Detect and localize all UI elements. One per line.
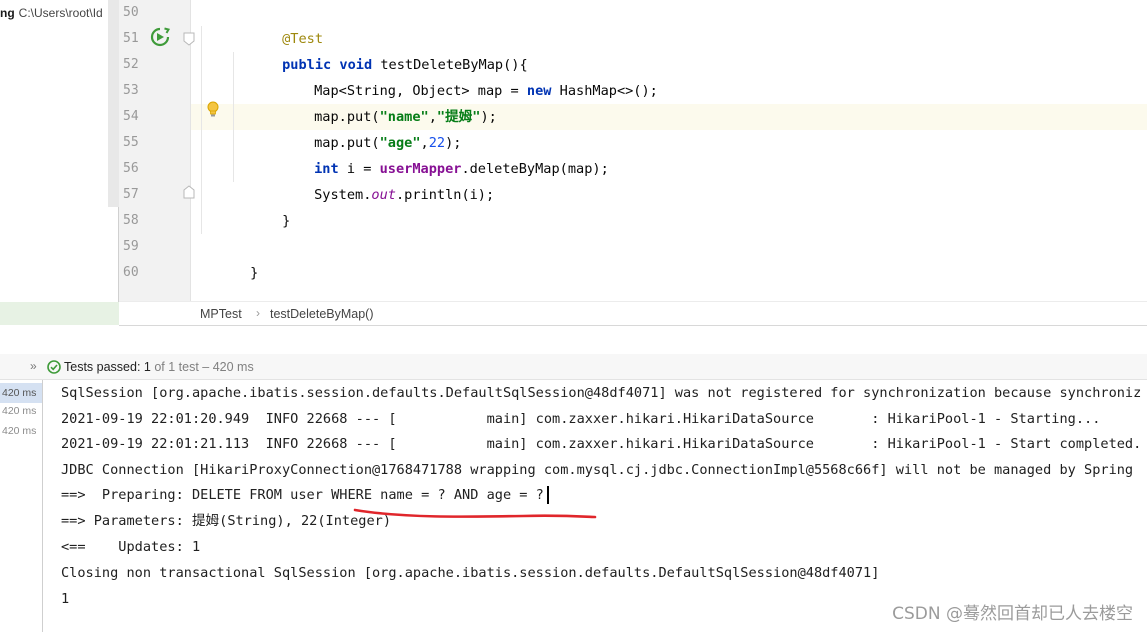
test-duration[interactable]: 420 ms xyxy=(0,421,42,441)
test-duration[interactable]: 420 ms xyxy=(0,401,42,421)
code-line-54: map.put("age",22); xyxy=(265,104,1147,151)
code-line-56: System.out.println(i); xyxy=(265,156,1147,203)
test-duration[interactable]: 420 ms xyxy=(0,383,42,403)
project-panel: ng C:\Users\root\Id xyxy=(0,0,119,207)
breadcrumb-class[interactable]: MPTest xyxy=(200,307,242,321)
expand-chevron-icon[interactable]: » xyxy=(30,359,37,373)
line-number: 59 xyxy=(123,239,139,254)
closing-brace: } xyxy=(282,213,291,229)
code-line-55: int i = userMapper.deleteByMap(map); xyxy=(265,130,1147,177)
panel-splitter[interactable] xyxy=(0,326,1147,354)
console-output[interactable]: SqlSession [org.apache.ibatis.session.de… xyxy=(43,380,1147,632)
breadcrumb-separator: › xyxy=(256,306,260,320)
indent-guide xyxy=(201,26,202,234)
code-line-51: public void testDeleteByMap(){ xyxy=(233,26,1147,73)
code-line-50: @Test xyxy=(233,0,1147,47)
line-number: 50 xyxy=(123,5,139,20)
breadcrumb: MPTest › testDeleteByMap() xyxy=(119,301,1147,326)
test-passed-icon xyxy=(47,360,61,374)
test-status-count: 1 xyxy=(143,360,151,374)
code-line-57: } xyxy=(233,182,1147,229)
project-panel-lower xyxy=(0,207,119,325)
line-number: 51 xyxy=(123,31,139,46)
project-path: C:\Users\root\Id xyxy=(18,6,103,20)
line-number: 56 xyxy=(123,161,139,176)
project-root-item[interactable]: ng C:\Users\root\Id xyxy=(0,6,108,20)
line-number: 52 xyxy=(123,57,139,72)
project-name: ng xyxy=(0,6,15,20)
line-number: 60 xyxy=(123,265,139,280)
code-area[interactable]: @Test public void testDeleteByMap(){ Map… xyxy=(191,0,1147,301)
breadcrumb-method[interactable]: testDeleteByMap() xyxy=(270,307,374,321)
editor-gutter[interactable]: 50 51 52 53 54 55 56 57 58 59 60 xyxy=(119,0,195,301)
red-underline-annotation xyxy=(353,508,597,519)
test-status: Tests passed: 1 of 1 test – 420 ms xyxy=(64,360,254,374)
code-line-52: Map<String, Object> map = new HashMap<>(… xyxy=(265,52,1147,99)
tool-window-stripe xyxy=(0,302,119,325)
line-number: 54 xyxy=(123,109,139,124)
run-toolbar: » Tests passed: 1 of 1 test – 420 ms xyxy=(0,354,1147,380)
watermark: CSDN @蓦然回首却已人去楼空 xyxy=(892,604,1133,624)
line-number: 53 xyxy=(123,83,139,98)
line-number: 58 xyxy=(123,213,139,228)
test-status-detail: of 1 test – 420 ms xyxy=(154,360,254,374)
project-scrollbar[interactable] xyxy=(108,0,119,207)
code-line-53: map.put("name","提姆"); xyxy=(265,78,1147,125)
code-editor[interactable]: 50 51 52 53 54 55 56 57 58 59 60 @Test p… xyxy=(119,0,1147,301)
lightbulb-icon[interactable] xyxy=(205,100,221,118)
run-test-icon[interactable] xyxy=(149,26,171,48)
test-tree[interactable]: 420 ms 420 ms 420 ms xyxy=(0,380,43,632)
line-number: 55 xyxy=(123,135,139,150)
code-line-59: } xyxy=(201,234,1147,281)
closing-brace: } xyxy=(250,265,259,281)
line-number: 57 xyxy=(123,187,139,202)
test-status-label: Tests passed: xyxy=(64,360,141,374)
